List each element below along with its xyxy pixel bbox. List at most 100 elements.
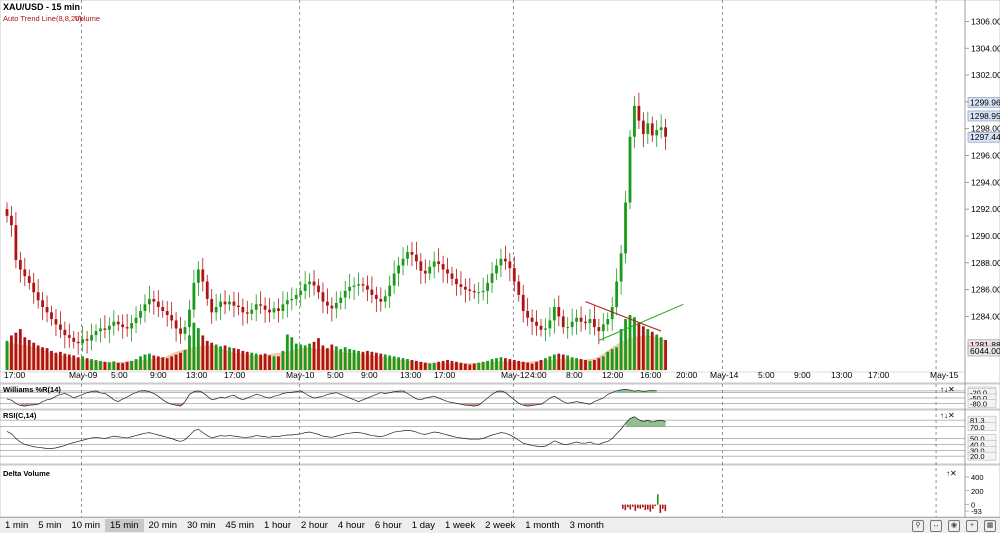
timeframe-button[interactable]: 20 min [144, 519, 183, 532]
volume-bar [348, 349, 352, 370]
price-tick-label: 1304.00 [971, 43, 1000, 53]
volume-bar [655, 334, 659, 370]
volume-bar [584, 359, 587, 370]
volume-bar [196, 328, 200, 370]
eye-icon[interactable]: ◉ [948, 520, 960, 532]
timeframe-button[interactable]: 10 min [66, 519, 105, 532]
volume-bar [579, 359, 583, 370]
candle-body [317, 285, 320, 293]
time-axis-label: 13:00 [400, 370, 422, 380]
timeframe-button[interactable]: 4 hour [333, 519, 370, 532]
volume-bar [5, 340, 9, 370]
magnifier-icon[interactable]: ⚲ [912, 520, 924, 532]
crosshair-icon[interactable]: + [966, 520, 978, 532]
candle-body [539, 325, 543, 330]
volume-bar [85, 358, 89, 370]
delta-volume-bar [664, 504, 667, 512]
volume-bar [90, 359, 93, 370]
volume-bar [646, 329, 650, 370]
volume-bar [499, 357, 503, 370]
volume-bar [54, 352, 58, 370]
candle-body [67, 335, 71, 338]
candle-body [112, 321, 116, 326]
candle-body [76, 341, 80, 344]
volume-bar [205, 340, 209, 370]
delta-volume-bar [637, 504, 639, 509]
timeframe-button[interactable]: 2 week [480, 519, 520, 532]
volume-bar [619, 329, 623, 370]
candle-body [165, 311, 169, 316]
delta-volume-bar [649, 504, 652, 512]
volume-bar [441, 360, 445, 370]
volume-bar [664, 339, 667, 370]
volume-bar [125, 361, 129, 370]
volume-bar [241, 350, 245, 370]
volume-bar [121, 363, 125, 370]
timeframe-button[interactable]: 45 min [221, 519, 260, 532]
candle-body [379, 298, 383, 302]
volume-bar [330, 344, 334, 370]
candle-body [250, 309, 254, 314]
candle-body [85, 339, 89, 341]
candle-body [290, 298, 294, 301]
timeframe-button[interactable]: 2 hour [296, 519, 333, 532]
candle-body [610, 306, 614, 320]
volume-bar [334, 346, 338, 370]
volume-bar [428, 363, 432, 370]
volume-bar [637, 322, 641, 370]
timeframe-button[interactable]: 1 min [0, 519, 33, 532]
delta-tick-label: 400 [971, 473, 984, 482]
candle-body [517, 281, 521, 295]
volume-bar [94, 359, 98, 370]
candle-body [23, 269, 27, 277]
price-tick-label: 1286.00 [971, 285, 1000, 295]
timeframe-button[interactable]: 1 day [407, 519, 440, 532]
volume-bar [504, 358, 507, 370]
chart-area[interactable]: 1284.00 1286.00 1288.00 1290.00 1292.00 1294.… [0, 0, 1000, 517]
candle-body [303, 284, 307, 291]
time-axis-label: 5:00 [758, 370, 775, 380]
candle-body [535, 321, 538, 326]
candle-body [339, 297, 343, 303]
volume-bar [303, 345, 307, 370]
timeframe-button[interactable]: 1 week [440, 519, 480, 532]
fit-icon[interactable]: ↔ [930, 520, 942, 532]
candle-body [490, 273, 494, 283]
volume-bar [615, 347, 619, 370]
timeframe-bar: 1 min 5 min 10 min 15 min 20 min 30 min 45 min… [0, 517, 1000, 533]
candle-body [548, 320, 552, 329]
candle-body [575, 317, 578, 322]
candle-body [237, 305, 240, 307]
candle-body [459, 284, 463, 287]
grid-icon[interactable]: ▦ [984, 520, 996, 532]
volume-bar [10, 335, 13, 370]
candle-body [139, 311, 142, 318]
candle-body [472, 290, 476, 293]
candle-body [397, 265, 400, 274]
candle-body [201, 269, 205, 282]
volume-bar [103, 361, 107, 370]
candle-body [18, 260, 22, 270]
candle-body [486, 282, 489, 291]
timeframe-button[interactable]: 15 min [104, 519, 144, 532]
timeframe-button[interactable]: 1 hour [259, 519, 296, 532]
rsi-controls: ↑↓✕ [940, 411, 955, 420]
volume-bar [112, 361, 116, 370]
timeframe-button[interactable]: 6 hour [370, 519, 407, 532]
candle-body [72, 337, 76, 342]
volume-bar [392, 356, 396, 370]
volume-bar [628, 315, 632, 370]
timeframe-button[interactable]: 1 month [520, 519, 564, 532]
candle-body [334, 302, 338, 309]
volume-bar [535, 361, 538, 370]
timeframe-button[interactable]: 3 month [565, 519, 609, 532]
volume-bar [641, 326, 645, 370]
candle-body [432, 261, 436, 267]
timeframe-button[interactable]: 30 min [182, 519, 221, 532]
candle-body [650, 123, 654, 136]
candle-body [5, 209, 9, 216]
delta-volume-bar [627, 504, 629, 508]
timeframe-button[interactable]: 5 min [33, 519, 66, 532]
candle-body [370, 289, 374, 295]
delta-volume-bar [647, 504, 649, 510]
